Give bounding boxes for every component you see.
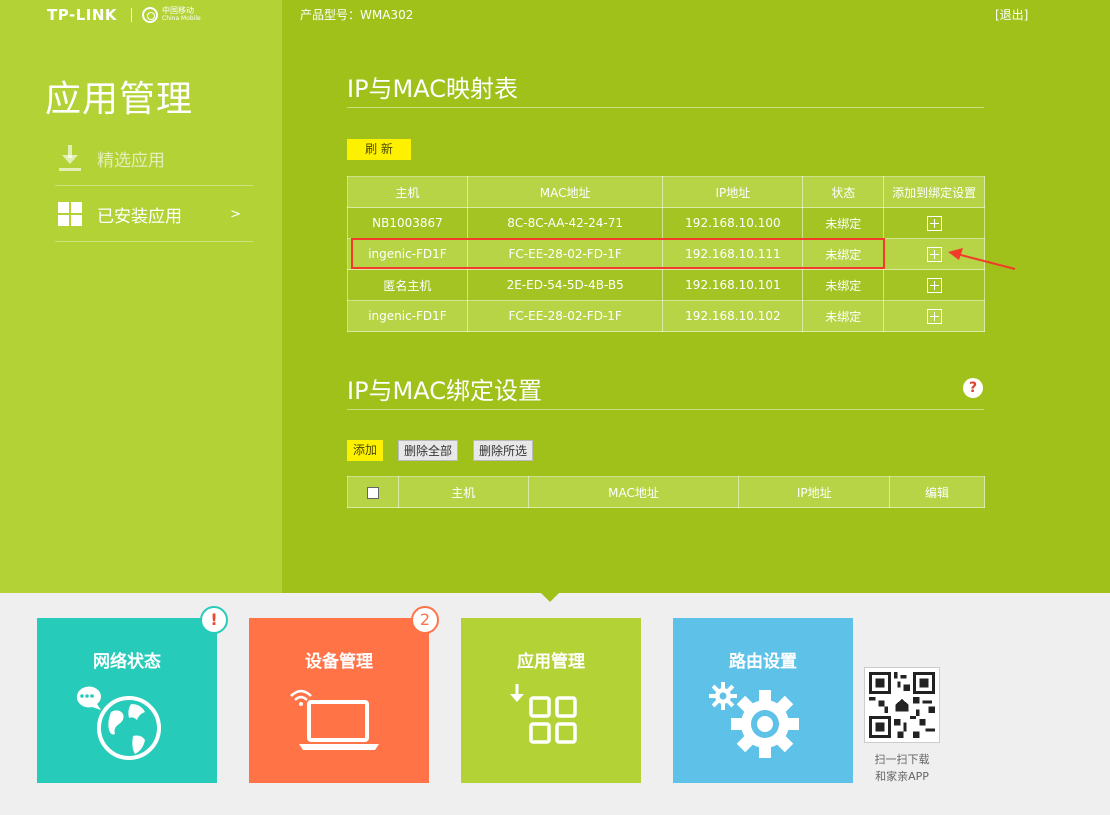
partner-name-cn: 中国移动	[162, 6, 195, 15]
add-binding-plus-icon[interactable]	[926, 246, 942, 262]
column-header-ip: IP地址	[738, 476, 891, 508]
table-row: 匿名主机 2E-ED-54-5D-4B-B5 192.168.10.101 未绑…	[347, 269, 985, 301]
product-model: 产品型号：WMA302	[300, 8, 414, 22]
divider	[347, 107, 984, 108]
column-header-mac: MAC地址	[466, 176, 664, 208]
table-row: NB1003867 8C-8C-AA-42-24-71 192.168.10.1…	[347, 207, 985, 239]
select-all-checkbox[interactable]	[366, 486, 379, 499]
tile-label: 应用管理	[517, 652, 585, 672]
tile-network-status[interactable]: 网络状态	[37, 618, 217, 783]
cell-status: 未绑定	[802, 269, 885, 301]
refresh-button[interactable]: 刷 新	[347, 139, 411, 160]
cell-mac: FC-EE-28-02-FD-1F	[466, 300, 664, 332]
alert-badge: !	[200, 606, 228, 634]
chevron-right-icon: >	[230, 206, 241, 222]
sidebar-item-label: 已安装应用	[97, 206, 182, 227]
partner-name: 中国移动 China Mobile	[162, 7, 201, 23]
tile-device-management[interactable]: 设备管理	[249, 618, 429, 783]
mapping-section-title: IP与MAC映射表	[347, 75, 519, 103]
gear-icon	[709, 682, 799, 758]
cell-host: NB1003867	[347, 207, 468, 239]
download-icon	[57, 145, 83, 171]
highlight-annotation-box	[351, 238, 885, 269]
brand-divider	[131, 8, 133, 22]
sidebar-item-installed-apps[interactable]: 已安装应用 >	[55, 187, 253, 242]
brand-name: TP-LINK	[47, 6, 118, 24]
column-header-host: 主机	[397, 476, 529, 508]
cell-add	[883, 207, 985, 239]
help-icon[interactable]: ?	[963, 378, 983, 398]
cell-ip: 192.168.10.102	[662, 300, 804, 332]
app-download-qr-code	[864, 667, 940, 743]
laptop-wifi-icon	[290, 689, 379, 750]
logout-link[interactable]: [退出]	[995, 6, 1028, 23]
column-header-mac: MAC地址	[527, 476, 740, 508]
delete-selected-button[interactable]: 删除所选	[473, 440, 533, 461]
apps-grid-download-icon	[510, 684, 577, 744]
cell-ip: 192.168.10.101	[662, 269, 804, 301]
qr-caption-line: 扫一扫下载	[874, 753, 930, 766]
add-binding-plus-icon[interactable]	[926, 215, 942, 231]
binding-section-title: IP与MAC绑定设置	[347, 377, 543, 405]
cell-mac: 2E-ED-54-5D-4B-B5	[466, 269, 664, 301]
device-count-badge: 2	[411, 606, 439, 634]
cell-host: 匿名主机	[347, 269, 468, 301]
column-header-edit: 编辑	[889, 476, 985, 508]
china-mobile-logo-icon	[142, 7, 159, 23]
cell-add	[883, 300, 985, 332]
tile-label: 网络状态	[93, 652, 161, 672]
cell-host: ingenic-FD1F	[347, 300, 468, 332]
cell-status: 未绑定	[802, 300, 885, 332]
column-header-ip: IP地址	[662, 176, 804, 208]
qr-caption-line: 和家亲APP	[875, 770, 929, 783]
cell-status: 未绑定	[802, 207, 885, 239]
cell-add	[883, 269, 985, 301]
cell-mac: 8C-8C-AA-42-24-71	[466, 207, 664, 239]
tile-label: 路由设置	[729, 652, 797, 672]
tile-router-settings[interactable]: 路由设置	[673, 618, 853, 783]
table-row: ingenic-FD1F FC-EE-28-02-FD-1F 192.168.1…	[347, 300, 985, 332]
cell-ip: 192.168.10.100	[662, 207, 804, 239]
partner-name-en: China Mobile	[162, 15, 201, 22]
column-header-status: 状态	[802, 176, 885, 208]
delete-all-button[interactable]: 删除全部	[398, 440, 458, 461]
sidebar-item-featured-apps[interactable]: 精选应用	[55, 131, 253, 186]
qr-code-icon	[869, 672, 935, 738]
brand-logo: TP-LINK 中国移动 China Mobile	[47, 5, 201, 25]
red-arrow-annotation-icon	[948, 248, 1016, 270]
active-section-pointer	[540, 592, 560, 602]
page-title: 应用管理	[45, 79, 194, 120]
divider	[347, 409, 984, 410]
add-binding-plus-icon[interactable]	[926, 308, 942, 324]
select-all-cell	[347, 476, 399, 508]
sidebar-item-label: 精选应用	[97, 150, 165, 171]
grid-icon	[57, 201, 83, 227]
qr-caption: 扫一扫下载 和家亲APP	[864, 751, 940, 785]
tile-label: 设备管理	[305, 652, 373, 672]
column-header-host: 主机	[347, 176, 468, 208]
globe-chat-icon	[76, 686, 161, 760]
ip-mac-binding-table: 主机 MAC地址 IP地址 编辑	[347, 476, 985, 508]
column-header-add-to-binding: 添加到绑定设置	[883, 176, 985, 208]
add-binding-plus-icon[interactable]	[926, 277, 942, 293]
tile-app-management[interactable]: 应用管理	[461, 618, 641, 783]
add-button[interactable]: 添加	[347, 440, 383, 461]
